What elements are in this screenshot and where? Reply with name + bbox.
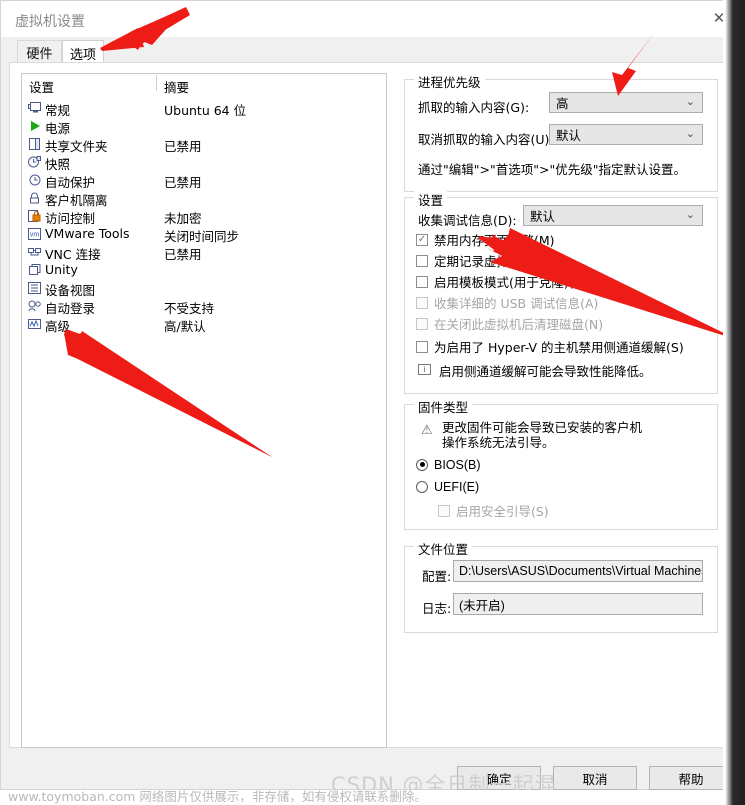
checkbox-disable-memory-trim[interactable]: ✓ 禁用内存页面修整(M)	[416, 231, 555, 248]
checkbox-log-vm-progress[interactable]: 定期记录虚拟机进度(L)	[416, 252, 563, 269]
page-title: 虚拟机设置	[15, 14, 85, 30]
checkbox-box	[416, 317, 428, 330]
column-header-setting: 设置	[29, 80, 55, 95]
grab-input-dropdown[interactable]: 高 ⌄	[549, 92, 703, 113]
radio-label: UEFI(E)	[434, 479, 480, 494]
grab-input-label: 抓取的输入内容(G):	[418, 100, 530, 115]
power-play-icon	[27, 118, 42, 133]
list-item-power[interactable]: 电源	[27, 117, 383, 136]
vm-settings-window: 虚拟机设置 ✕ 硬件 选项 设置 摘要 常规 Ubuntu 64 位 电源 共享…	[0, 0, 733, 797]
list-item-label: VMware Tools	[45, 226, 130, 241]
list-item-general[interactable]: 常规 Ubuntu 64 位	[27, 99, 383, 118]
vnc-icon	[27, 244, 42, 259]
config-path-value: D:\Users\ASUS\Documents\Virtual Machines…	[459, 564, 703, 578]
autoprotect-clock-icon	[27, 172, 42, 187]
checkbox-clean-disk-after-shutdown: 在关闭此虚拟机后清理磁盘(N)	[416, 315, 603, 332]
firmware-warning-text: 更改固件可能会导致已安装的客户机 操作系统无法引导。	[442, 420, 643, 450]
grab-input-value: 高	[556, 96, 569, 111]
list-item-summary: 高/默认	[164, 319, 206, 334]
checkbox-label: 定期记录虚拟机进度(L)	[434, 254, 564, 269]
checkbox-box	[416, 254, 428, 267]
log-path-field[interactable]: (未开启)	[453, 593, 703, 615]
warning-icon: ⚠	[421, 422, 433, 437]
radio-bios[interactable]: BIOS(B)	[416, 456, 481, 473]
checkbox-usb-debug-info: 收集详细的 USB 调试信息(A)	[416, 294, 598, 311]
group-title: 固件类型	[414, 397, 473, 416]
chevron-down-icon: ⌄	[685, 96, 695, 108]
checkbox-label: 启用模板模式(用于克隆)(T)	[434, 275, 587, 290]
list-item-vmware-tools[interactable]: vm VMware Tools 关闭时间同步	[27, 225, 383, 244]
window-edge-shadow	[723, 0, 745, 805]
info-icon: i	[418, 364, 431, 375]
access-control-lock-icon	[27, 208, 42, 223]
debug-info-value: 默认	[530, 209, 556, 224]
checkbox-template-mode[interactable]: 启用模板模式(用于克隆)(T)	[416, 273, 586, 290]
list-item-label: 高级	[45, 319, 71, 334]
list-item-advanced[interactable]: 高级 高/默认	[27, 315, 383, 334]
checkbox-label: 启用安全引导(S)	[456, 504, 549, 519]
list-item-guest-isolation[interactable]: 客户机隔离	[27, 189, 383, 208]
radio-dot	[416, 480, 428, 493]
site-watermark: www.toymoban.com 网络图片仅供展示，非存储，如有侵权请联系删除。	[8, 789, 427, 804]
svg-text:vm: vm	[30, 231, 40, 238]
advanced-wave-icon	[27, 316, 42, 331]
tab-strip: 硬件 选项	[1, 37, 732, 65]
chevron-down-icon: ⌄	[685, 209, 695, 221]
config-path-field[interactable]: D:\Users\ASUS\Documents\Virtual Machines…	[453, 560, 703, 582]
checkbox-label: 禁用内存页面修整(M)	[434, 233, 555, 248]
checkbox-box	[416, 340, 428, 353]
checkbox-box	[416, 296, 428, 309]
column-divider	[156, 75, 157, 91]
list-item-autoprotect[interactable]: 自动保护 已禁用	[27, 171, 383, 190]
checkbox-label: 在关闭此虚拟机后清理磁盘(N)	[434, 317, 604, 332]
checkbox-label: 为启用了 Hyper-V 的主机禁用侧通道缓解(S)	[434, 340, 684, 355]
group-title: 设置	[414, 190, 448, 209]
chevron-down-icon: ⌄	[685, 128, 695, 140]
cancel-button[interactable]: 取消	[553, 766, 637, 790]
radio-dot	[416, 458, 428, 471]
list-item-unity[interactable]: Unity	[27, 261, 383, 279]
column-header-summary: 摘要	[164, 80, 190, 95]
log-path-value: (未开启)	[459, 598, 505, 613]
folder-share-icon	[27, 136, 42, 151]
list-item-vnc-connection[interactable]: VNC 连接 已禁用	[27, 243, 383, 262]
list-item-snapshot[interactable]: 快照	[27, 153, 383, 172]
group-title: 文件位置	[414, 539, 473, 558]
checkbox-box	[416, 275, 428, 288]
monitor-icon	[27, 100, 42, 115]
ungrab-input-dropdown[interactable]: 默认 ⌄	[549, 124, 703, 145]
debug-info-dropdown[interactable]: 默认 ⌄	[523, 205, 703, 226]
checkbox-disable-side-channel-mitigations[interactable]: 为启用了 Hyper-V 的主机禁用侧通道缓解(S)	[416, 338, 684, 355]
list-item-shared-folders[interactable]: 共享文件夹 已禁用	[27, 135, 383, 154]
radio-label: BIOS(B)	[434, 457, 481, 472]
tab-hardware[interactable]: 硬件	[17, 40, 62, 63]
ungrab-input-value: 默认	[556, 128, 582, 143]
unity-window-icon	[27, 262, 42, 277]
side-channel-note: 启用侧通道缓解可能会导致性能降低。	[439, 364, 652, 379]
ungrab-input-label: 取消抓取的输入内容(U):	[418, 132, 554, 147]
list-item-auto-login[interactable]: 自动登录 不受支持	[27, 297, 383, 316]
group-title: 进程优先级	[414, 72, 485, 91]
checkbox-label: 收集详细的 USB 调试信息(A)	[434, 296, 599, 311]
log-path-label: 日志:	[422, 601, 452, 616]
list-item-label: Unity	[45, 262, 78, 277]
help-button[interactable]: 帮助	[649, 766, 733, 790]
device-view-icon	[27, 280, 42, 295]
config-path-label: 配置:	[422, 569, 452, 584]
lock-icon	[27, 190, 42, 205]
auto-login-icon	[27, 298, 42, 313]
priority-hint-text: 通过"编辑">"首选项">"优先级"指定默认设置。	[418, 162, 686, 177]
list-item-access-control[interactable]: 访问控制 未加密	[27, 207, 383, 226]
checkbox-box: ✓	[416, 233, 428, 246]
checkbox-box	[438, 504, 450, 517]
checkbox-enable-secure-boot: 启用安全引导(S)	[438, 502, 549, 519]
radio-uefi[interactable]: UEFI(E)	[416, 478, 479, 495]
snapshot-clock-icon	[27, 154, 42, 169]
vmware-tools-icon: vm	[27, 226, 42, 241]
list-item-device-view[interactable]: 设备视图	[27, 279, 383, 298]
debug-info-label: 收集调试信息(D):	[418, 213, 517, 228]
title-bar: 虚拟机设置 ✕	[1, 1, 732, 37]
